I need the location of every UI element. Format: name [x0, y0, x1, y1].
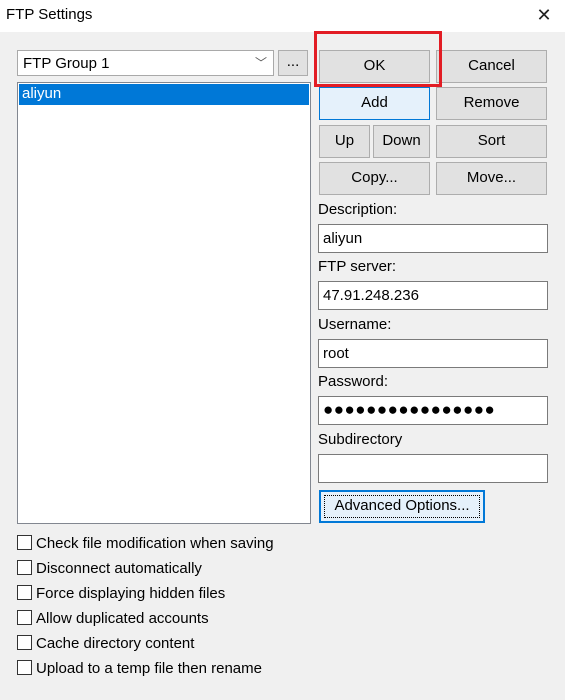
option-label: Upload to a temp file then rename [36, 660, 262, 677]
ftp-server-label: FTP server: [318, 258, 397, 275]
option-upload-temp-file[interactable]: Upload to a temp file then rename [17, 660, 262, 680]
advanced-options-button[interactable]: Advanced Options... [319, 490, 485, 523]
up-button[interactable]: Up [319, 125, 370, 158]
down-button[interactable]: Down [373, 125, 430, 158]
username-label: Username: [318, 316, 392, 333]
checkbox[interactable] [17, 660, 32, 675]
ok-highlight-box [314, 31, 442, 87]
option-allow-duplicated-accounts[interactable]: Allow duplicated accounts [17, 610, 209, 630]
add-button[interactable]: Add [319, 87, 430, 120]
checkbox[interactable] [17, 535, 32, 550]
window-title: FTP Settings [6, 6, 93, 23]
option-label: Check file modification when saving [36, 535, 274, 552]
option-label: Cache directory content [36, 635, 195, 652]
server-list[interactable]: aliyun [17, 82, 311, 524]
list-item[interactable]: aliyun [19, 84, 309, 105]
add-button-label: Add [361, 94, 388, 111]
description-field[interactable]: aliyun [318, 224, 548, 253]
ftp-group-select[interactable]: FTP Group 1 ﹀ [17, 50, 274, 76]
copy-button[interactable]: Copy... [319, 162, 430, 195]
password-label: Password: [318, 373, 389, 390]
subdirectory-field[interactable] [318, 454, 548, 483]
ftp-server-field[interactable]: 47.91.248.236 [318, 281, 548, 310]
checkbox[interactable] [17, 585, 32, 600]
sort-button[interactable]: Sort [436, 125, 547, 158]
description-label: Description: [318, 201, 398, 218]
group-options-button[interactable]: ... [278, 50, 308, 76]
focus-rectangle [324, 495, 480, 518]
checkbox[interactable] [17, 610, 32, 625]
option-label: Allow duplicated accounts [36, 610, 209, 627]
subdirectory-label: Subdirectory [318, 431, 403, 448]
chevron-down-icon: ﹀ [254, 56, 267, 70]
remove-button[interactable]: Remove [436, 87, 547, 120]
checkbox[interactable] [17, 635, 32, 650]
checkbox[interactable] [17, 560, 32, 575]
move-button[interactable]: Move... [436, 162, 547, 195]
ftp-group-select-value: FTP Group 1 [23, 55, 110, 72]
close-icon[interactable]: ✕ [534, 4, 554, 26]
option-cache-directory[interactable]: Cache directory content [17, 635, 194, 655]
option-disconnect-automatically[interactable]: Disconnect automatically [17, 560, 202, 580]
option-label: Force displaying hidden files [36, 585, 226, 602]
username-field[interactable]: root [318, 339, 548, 368]
cancel-button[interactable]: Cancel [436, 50, 547, 83]
option-label: Disconnect automatically [36, 560, 202, 577]
option-check-modification[interactable]: Check file modification when saving [17, 535, 274, 555]
password-field[interactable]: ●●●●●●●●●●●●●●●● [318, 396, 548, 425]
option-force-hidden-files[interactable]: Force displaying hidden files [17, 585, 225, 605]
